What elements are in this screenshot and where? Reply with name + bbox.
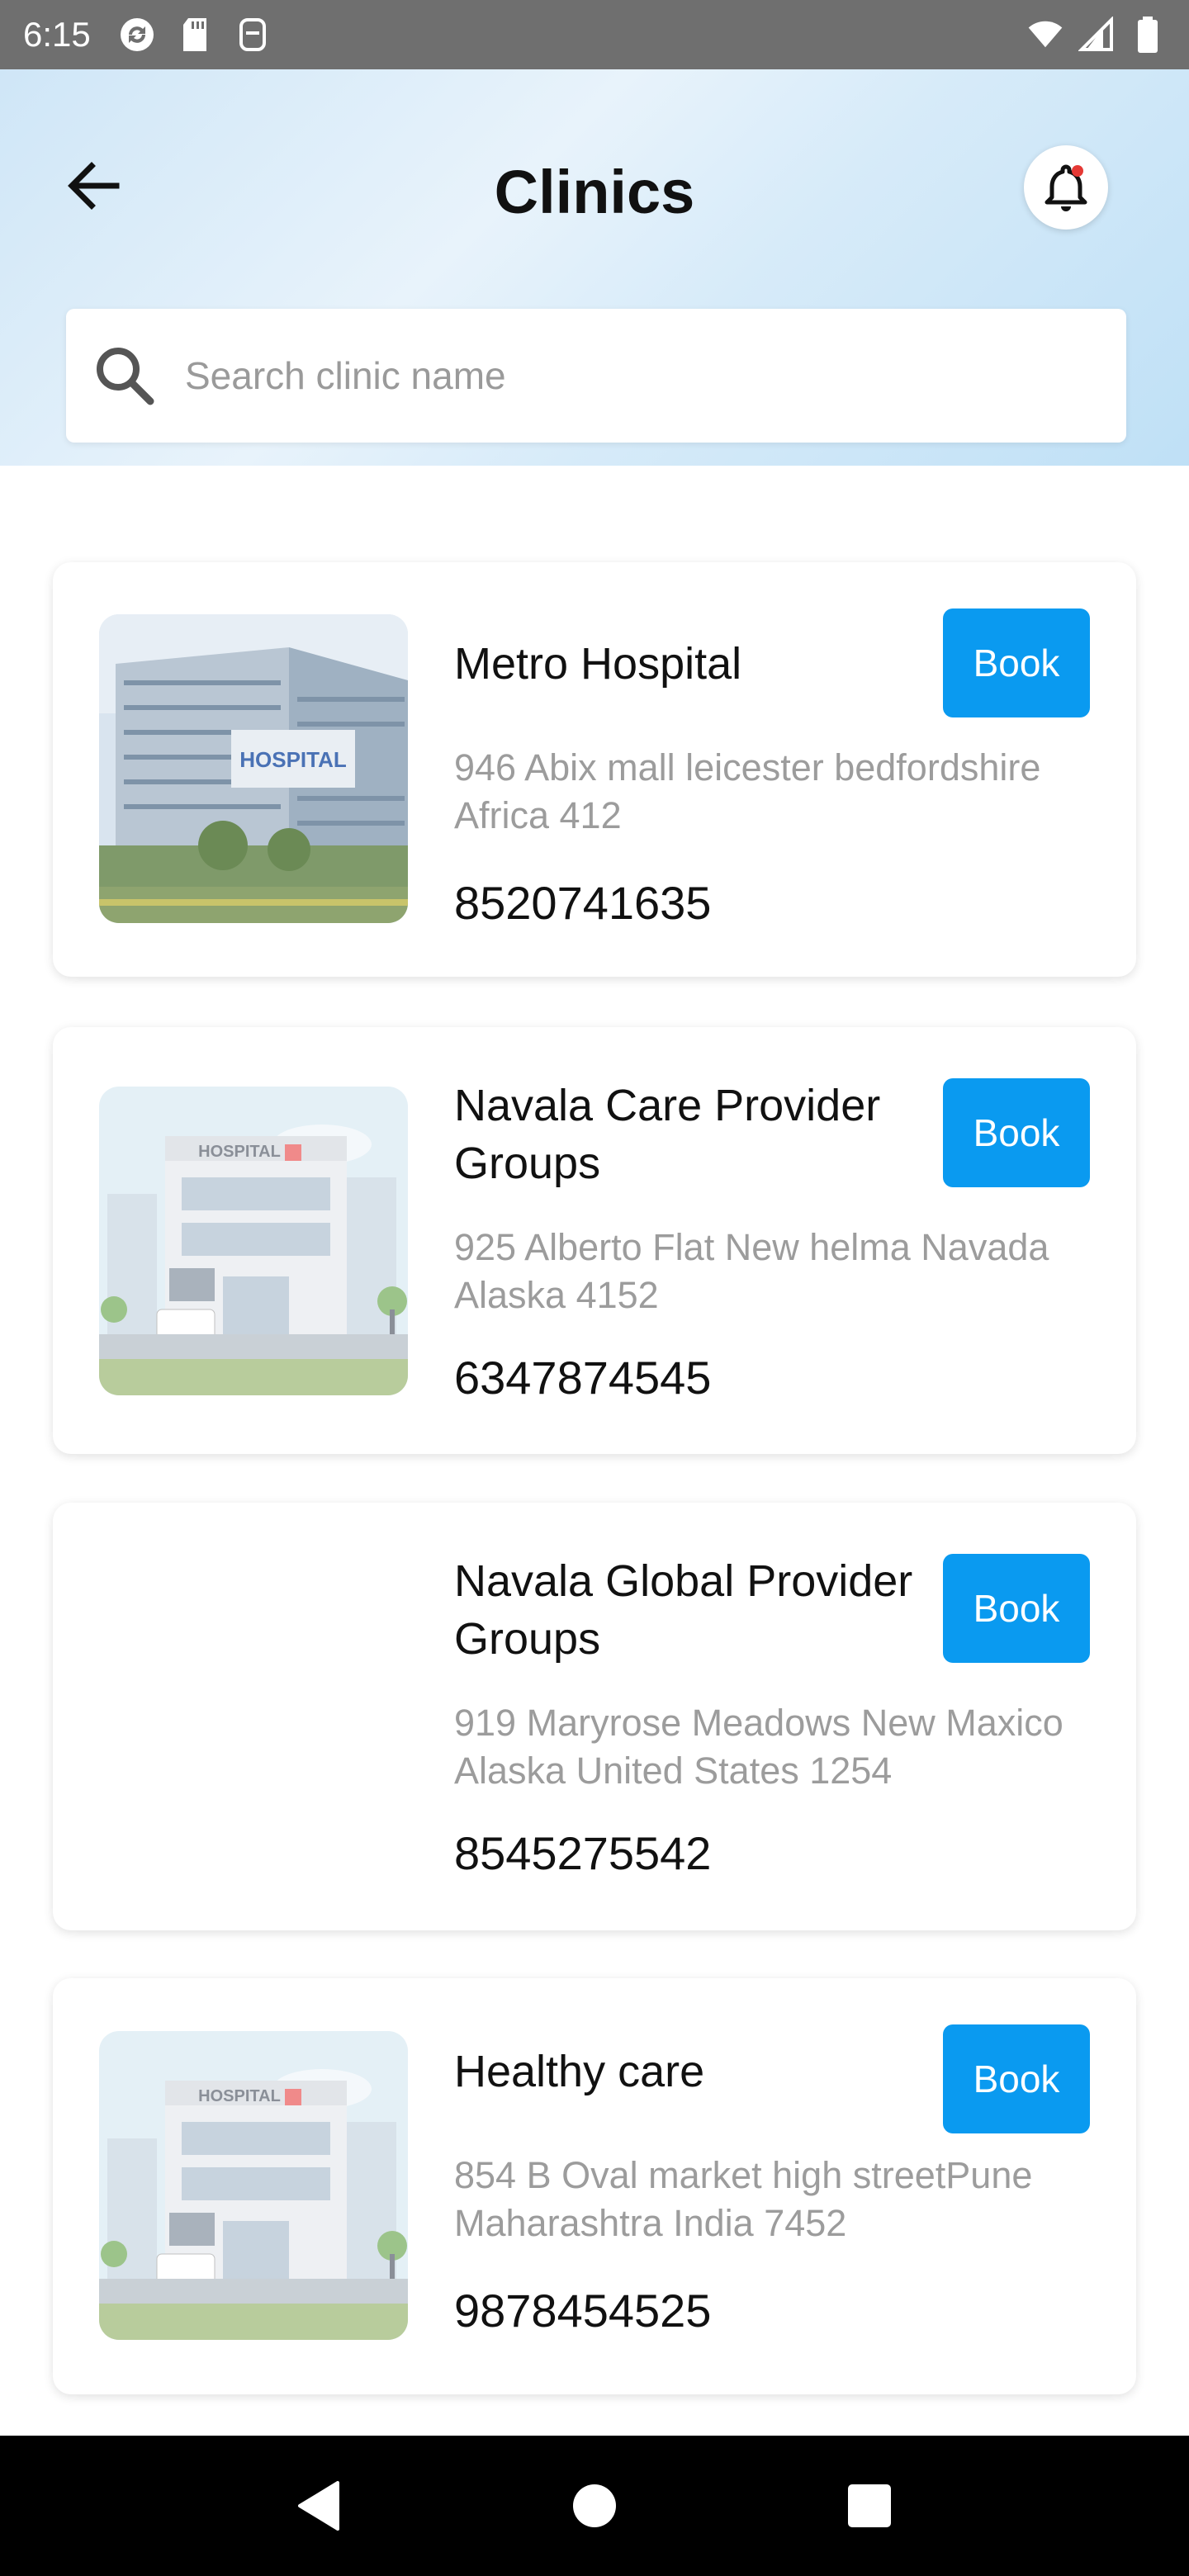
- signal-icon: [1078, 17, 1115, 53]
- clinic-name: Navala Care Provider Groups: [454, 1081, 881, 1188]
- clinic-address: 925 Alberto Flat New helma Navada Alaska…: [454, 1226, 1049, 1316]
- book-button[interactable]: Book: [943, 2024, 1090, 2133]
- clinic-image: HOSPITAL: [99, 1087, 408, 1395]
- search-icon: [88, 339, 162, 413]
- clinic-image: HOSPITAL: [99, 2031, 408, 2340]
- clinic-name: Metro Hospital: [454, 639, 742, 689]
- wifi-icon: [1027, 17, 1063, 53]
- clinic-card[interactable]: Navala Global Provider Groups 919 Maryro…: [53, 1503, 1136, 1930]
- clinic-phone: 8520741635: [454, 877, 712, 929]
- storage-icon: [234, 17, 271, 53]
- hospital-sign-text: HOSPITAL: [198, 1143, 281, 1161]
- clinic-address: 946 Abix mall leicester bedfordshire Afr…: [454, 746, 1041, 836]
- notification-button[interactable]: [1024, 145, 1108, 230]
- clinic-phone: 6347874545: [454, 1352, 712, 1404]
- square-recents-icon: [848, 2484, 892, 2527]
- triangle-back-icon: [297, 2481, 339, 2531]
- header: Clinics: [0, 69, 1189, 466]
- clinic-phone: 9878454525: [454, 2285, 712, 2337]
- hospital-sign-text: HOSPITAL: [198, 2087, 281, 2105]
- book-button[interactable]: Book: [943, 1554, 1090, 1663]
- clinic-image: HOSPITAL: [99, 614, 408, 923]
- circle-home-icon: [572, 2484, 616, 2527]
- battery-icon: [1130, 17, 1166, 53]
- clinic-card[interactable]: HOSPITAL Healthy care 854 B Oval market …: [53, 1978, 1136, 2394]
- page-title: Clinics: [494, 158, 695, 226]
- search-box[interactable]: [66, 309, 1126, 443]
- nav-home-button[interactable]: [553, 2465, 636, 2547]
- clinic-phone: 8545275542: [454, 1827, 712, 1879]
- status-bar: 6:15: [0, 0, 1189, 69]
- clinic-card[interactable]: HOSPITAL Metro Hospital 946 Abix mall le…: [53, 562, 1136, 977]
- nav-back-button[interactable]: [278, 2465, 361, 2547]
- clinic-image-placeholder: [99, 1562, 408, 1871]
- search-input[interactable]: [185, 353, 1093, 398]
- sync-icon: [119, 17, 155, 53]
- system-nav-bar: [0, 2436, 1189, 2576]
- status-time: 6:15: [23, 15, 91, 54]
- nav-recents-button[interactable]: [828, 2465, 911, 2547]
- hospital-sign-text: HOSPITAL: [239, 747, 347, 772]
- notification-badge: [1072, 165, 1083, 177]
- clinic-card[interactable]: HOSPITAL Navala Care Provider Groups 925…: [53, 1027, 1136, 1454]
- clinic-name: Navala Global Provider Groups: [454, 1556, 913, 1664]
- book-button[interactable]: Book: [943, 608, 1090, 717]
- sd-card-icon: [177, 17, 213, 53]
- clinic-address: 854 B Oval market high streetPune Mahara…: [454, 2154, 1033, 2244]
- clinic-address: 919 Maryrose Meadows New Maxico Alaska U…: [454, 1702, 1063, 1792]
- clinic-name: Healthy care: [454, 2047, 705, 2096]
- book-button[interactable]: Book: [943, 1078, 1090, 1187]
